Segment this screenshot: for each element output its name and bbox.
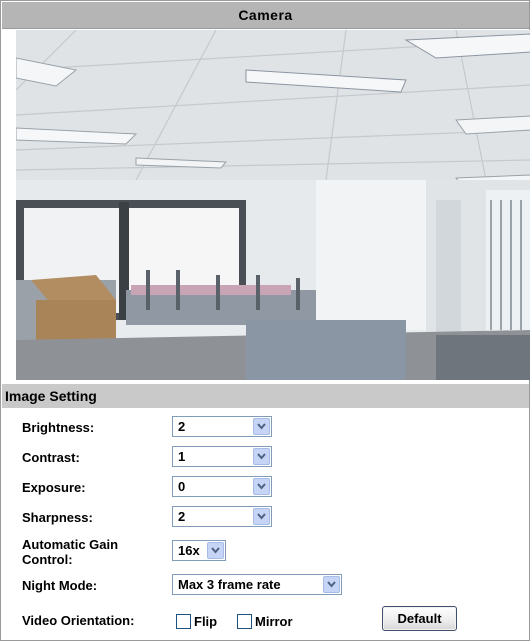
- agc-label-line1: Automatic Gain: [22, 537, 119, 552]
- sharpness-select[interactable]: 2: [172, 506, 272, 527]
- contrast-select[interactable]: 1: [172, 446, 272, 467]
- flip-option[interactable]: Flip: [176, 613, 217, 630]
- exposure-label: Exposure:: [22, 480, 86, 495]
- chevron-down-icon[interactable]: [253, 508, 270, 525]
- brightness-select[interactable]: 2: [172, 416, 272, 437]
- mirror-label: Mirror: [255, 614, 293, 629]
- brightness-label: Brightness:: [22, 420, 95, 435]
- flip-checkbox[interactable]: [176, 614, 191, 629]
- mirror-option[interactable]: Mirror: [237, 613, 293, 630]
- video-orientation-label: Video Orientation:: [22, 613, 135, 628]
- exposure-select[interactable]: 0: [172, 476, 272, 497]
- agc-select[interactable]: 16x: [172, 540, 226, 561]
- contrast-label: Contrast:: [22, 450, 80, 465]
- default-button[interactable]: Default: [382, 606, 457, 631]
- chevron-down-icon[interactable]: [253, 478, 270, 495]
- panel-title: Camera: [2, 2, 529, 29]
- contrast-value: 1: [178, 449, 186, 464]
- agc-label: Automatic Gain Control:: [22, 537, 118, 567]
- camera-video-feed: [16, 30, 530, 380]
- exposure-value: 0: [178, 479, 186, 494]
- chevron-down-icon[interactable]: [207, 542, 224, 559]
- chevron-down-icon[interactable]: [253, 418, 270, 435]
- mirror-checkbox[interactable]: [237, 614, 252, 629]
- brightness-value: 2: [178, 419, 186, 434]
- camera-panel: Camera Image Setting Brightness: 2 Contr…: [0, 0, 530, 641]
- flip-label: Flip: [194, 614, 218, 629]
- sharpness-label: Sharpness:: [22, 510, 93, 525]
- sharpness-value: 2: [178, 509, 186, 524]
- chevron-down-icon[interactable]: [253, 448, 270, 465]
- agc-label-line2: Control:: [22, 552, 73, 567]
- chevron-down-icon[interactable]: [323, 576, 340, 593]
- night-mode-value: Max 3 frame rate: [178, 577, 281, 592]
- image-setting-header: Image Setting: [2, 384, 529, 408]
- night-mode-label: Night Mode:: [22, 578, 98, 593]
- night-mode-select[interactable]: Max 3 frame rate: [172, 574, 342, 595]
- agc-value: 16x: [178, 543, 200, 558]
